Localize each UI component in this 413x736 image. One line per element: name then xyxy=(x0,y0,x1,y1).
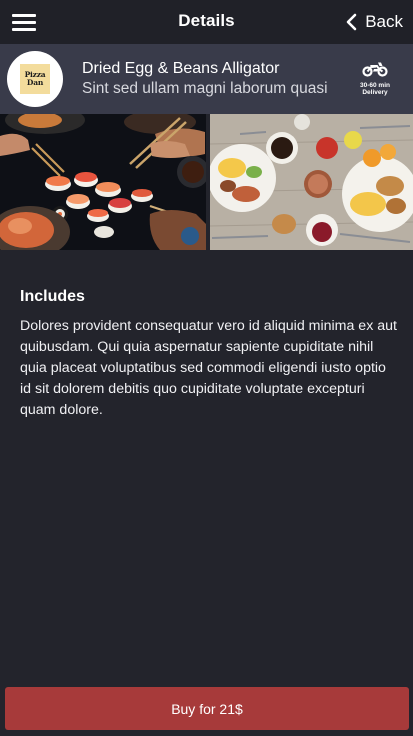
delivery-info: 30-60 min Delivery xyxy=(350,61,400,96)
back-button[interactable]: Back xyxy=(346,10,403,34)
restaurant-logo: Pizza Dan xyxy=(7,51,63,107)
logo-text: Pizza Dan xyxy=(20,64,50,94)
chevron-left-icon xyxy=(346,13,357,31)
photo-gallery xyxy=(0,114,413,250)
sushi-photo[interactable] xyxy=(0,114,206,250)
breakfast-photo[interactable] xyxy=(210,114,413,250)
back-label: Back xyxy=(365,12,403,31)
includes-description: Dolores provident consequatur vero id al… xyxy=(20,318,397,418)
delivery-time: 30-60 min xyxy=(360,82,390,89)
motorcycle-icon xyxy=(362,62,388,77)
includes-heading: Includes xyxy=(20,288,85,305)
restaurant-description: Sint sed ullam magni laborum quasi xyxy=(82,80,328,97)
top-bar: Details Back xyxy=(0,0,413,44)
restaurant-name: Dried Egg & Beans Alligator xyxy=(82,60,280,77)
restaurant-header: Pizza Dan Dried Egg & Beans Alligator Si… xyxy=(0,44,413,114)
buy-button[interactable]: Buy for 21$ xyxy=(5,687,409,730)
details-screen: Details Back Pizza Dan Dried Egg & Beans… xyxy=(0,0,413,736)
delivery-label: Delivery xyxy=(362,89,388,96)
